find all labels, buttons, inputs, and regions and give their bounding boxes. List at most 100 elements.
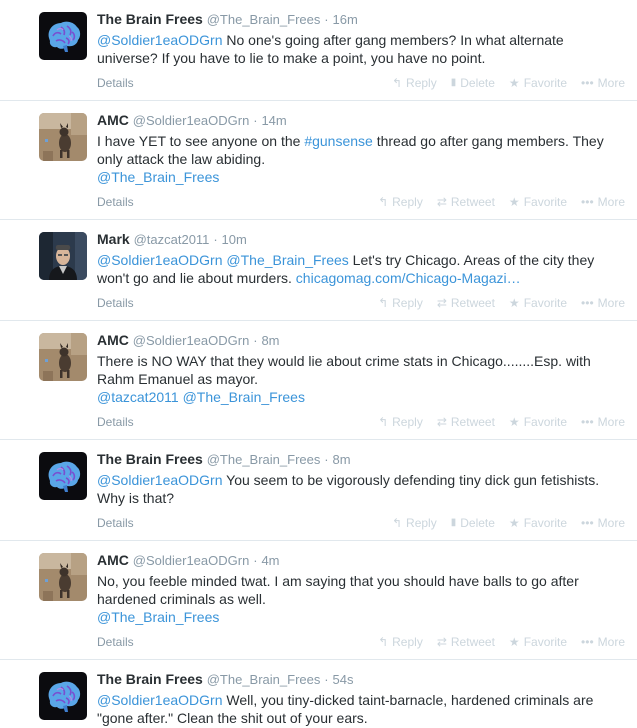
action-label: Favorite — [523, 516, 568, 530]
details-link[interactable]: Details — [97, 516, 134, 530]
reply-button[interactable]: ↰ Reply — [392, 76, 437, 90]
author-fullname[interactable]: The Brain Frees — [97, 451, 203, 467]
author-username[interactable]: @The_Brain_Frees — [207, 12, 321, 27]
mention-link[interactable]: @The_Brain_Frees — [97, 609, 219, 625]
retweet-button[interactable]: ⇄ Retweet — [437, 415, 495, 429]
tweet-item[interactable]: The Brain Frees @The_Brain_Frees · 8m @So… — [0, 440, 637, 541]
tweet-footer: Details ↰ Reply ⇄ Retweet ★ Favorite ••• More — [97, 194, 625, 210]
hashtag-link[interactable]: #gunsense — [304, 133, 373, 149]
avatar[interactable] — [39, 452, 87, 500]
action-label: Reply — [392, 415, 423, 429]
tweet-header: The Brain Frees @The_Brain_Frees · 16m — [97, 10, 625, 29]
tweet-item[interactable]: Mark @tazcat2011 · 10m @Soldier1eaODGrn @… — [0, 220, 637, 321]
tweet-text-segment: I have YET to see anyone on the — [97, 133, 305, 149]
retweet-button[interactable]: ⇄ Retweet — [437, 195, 495, 209]
reply-button[interactable]: ↰ Reply — [378, 195, 423, 209]
separator-dot: · — [213, 232, 218, 247]
retweet-button[interactable]: ⇄ Retweet — [437, 635, 495, 649]
tweet-timestamp[interactable]: 8m — [332, 452, 350, 467]
favorite-button[interactable]: ★ Favorite — [509, 76, 567, 90]
tweet-actions: ↰ Reply ▮ Delete ★ Favorite ••• More — [378, 76, 625, 90]
details-link[interactable]: Details — [97, 415, 134, 429]
retweet-button[interactable]: ⇄ Retweet — [437, 296, 495, 310]
avatar[interactable] — [39, 333, 87, 381]
reply-icon: ↰ — [378, 195, 389, 209]
action-label: Favorite — [523, 296, 568, 310]
mention-link[interactable]: @The_Brain_Frees — [183, 389, 305, 405]
tweet-timestamp[interactable]: 4m — [261, 553, 279, 568]
avatar[interactable] — [39, 672, 87, 720]
avatar[interactable] — [39, 232, 87, 280]
delete-button[interactable]: ▮ Delete — [451, 76, 495, 90]
tweet-header: The Brain Frees @The_Brain_Frees · 54s — [97, 670, 625, 689]
more-button[interactable]: ••• More — [581, 635, 625, 649]
reply-button[interactable]: ↰ Reply — [378, 635, 423, 649]
avatar[interactable] — [39, 113, 87, 161]
tweet-text: I have YET to see anyone on the #gunsens… — [97, 132, 625, 186]
mention-link[interactable]: @Soldier1eaODGrn — [97, 252, 223, 268]
tweet-timestamp[interactable]: 8m — [261, 333, 279, 348]
mention-link[interactable]: @tazcat2011 — [97, 389, 179, 405]
author-fullname[interactable]: The Brain Frees — [97, 11, 203, 27]
tweet-item[interactable]: The Brain Frees @The_Brain_Frees · 16m @S… — [0, 0, 637, 101]
tweet-footer: Details ↰ Reply ⇄ Retweet ★ Favorite ••• More — [97, 295, 625, 311]
tweet-item[interactable]: AMC @Soldier1eaODGrn · 8m There is NO WAY… — [0, 321, 637, 440]
tweet-item[interactable]: AMC @Soldier1eaODGrn · 4m No, you feeble … — [0, 541, 637, 660]
more-button[interactable]: ••• More — [581, 296, 625, 310]
reply-button[interactable]: ↰ Reply — [378, 415, 423, 429]
mention-link[interactable]: @Soldier1eaODGrn — [97, 32, 223, 48]
action-label: Favorite — [523, 195, 568, 209]
favorite-button[interactable]: ★ Favorite — [509, 415, 567, 429]
timeline: The Brain Frees @The_Brain_Frees · 16m @S… — [0, 0, 637, 728]
tweet-actions: ↰ Reply ▮ Delete ★ Favorite ••• More — [378, 516, 625, 530]
tweet-item[interactable]: AMC @Soldier1eaODGrn · 14m I have YET to … — [0, 101, 637, 220]
tweet-footer: Details ↰ Reply ▮ Delete ★ Favorite ••• More — [97, 515, 625, 531]
tweet-timestamp[interactable]: 16m — [332, 12, 357, 27]
more-dots-icon: ••• — [581, 635, 594, 649]
author-username[interactable]: @The_Brain_Frees — [207, 672, 321, 687]
author-username[interactable]: @Soldier1eaODGrn — [133, 333, 250, 348]
action-label: Reply — [392, 635, 423, 649]
tweet-text: @Soldier1eaODGrn @The_Brain_Frees Let's … — [97, 251, 625, 287]
delete-button[interactable]: ▮ Delete — [451, 516, 495, 530]
favorite-button[interactable]: ★ Favorite — [509, 516, 567, 530]
mention-link[interactable]: @The_Brain_Frees — [226, 252, 348, 268]
avatar[interactable] — [39, 12, 87, 60]
avatar[interactable] — [39, 553, 87, 601]
tweet-timestamp[interactable]: 10m — [222, 232, 247, 247]
action-label: More — [597, 415, 625, 429]
details-link[interactable]: Details — [97, 195, 134, 209]
author-fullname[interactable]: AMC — [97, 112, 129, 128]
tweet-item[interactable]: The Brain Frees @The_Brain_Frees · 54s @S… — [0, 660, 637, 728]
mention-link[interactable]: @Soldier1eaODGrn — [97, 692, 223, 708]
author-username[interactable]: @Soldier1eaODGrn — [133, 553, 250, 568]
details-link[interactable]: Details — [97, 76, 134, 90]
star-icon: ★ — [508, 516, 520, 530]
author-fullname[interactable]: AMC — [97, 552, 129, 568]
tweet-timestamp[interactable]: 14m — [261, 113, 286, 128]
mention-link[interactable]: @The_Brain_Frees — [97, 169, 219, 185]
favorite-button[interactable]: ★ Favorite — [509, 195, 567, 209]
reply-button[interactable]: ↰ Reply — [392, 516, 437, 530]
mention-link[interactable]: @Soldier1eaODGrn — [97, 472, 223, 488]
action-label: More — [597, 195, 625, 209]
more-button[interactable]: ••• More — [581, 516, 625, 530]
author-fullname[interactable]: Mark — [97, 231, 130, 247]
tweet-timestamp[interactable]: 54s — [332, 672, 353, 687]
more-button[interactable]: ••• More — [581, 415, 625, 429]
author-username[interactable]: @Soldier1eaODGrn — [133, 113, 250, 128]
tweet-actions: ↰ Reply ⇄ Retweet ★ Favorite ••• More — [364, 296, 625, 310]
action-label: Reply — [392, 195, 423, 209]
details-link[interactable]: Details — [97, 296, 134, 310]
url-link[interactable]: chicagomag.com/Chicago-Magazi… — [296, 270, 521, 286]
favorite-button[interactable]: ★ Favorite — [509, 635, 567, 649]
details-link[interactable]: Details — [97, 635, 134, 649]
more-button[interactable]: ••• More — [581, 195, 625, 209]
author-fullname[interactable]: The Brain Frees — [97, 671, 203, 687]
reply-button[interactable]: ↰ Reply — [378, 296, 423, 310]
author-fullname[interactable]: AMC — [97, 332, 129, 348]
favorite-button[interactable]: ★ Favorite — [509, 296, 567, 310]
author-username[interactable]: @tazcat2011 — [134, 232, 210, 247]
more-button[interactable]: ••• More — [581, 76, 625, 90]
author-username[interactable]: @The_Brain_Frees — [207, 452, 321, 467]
